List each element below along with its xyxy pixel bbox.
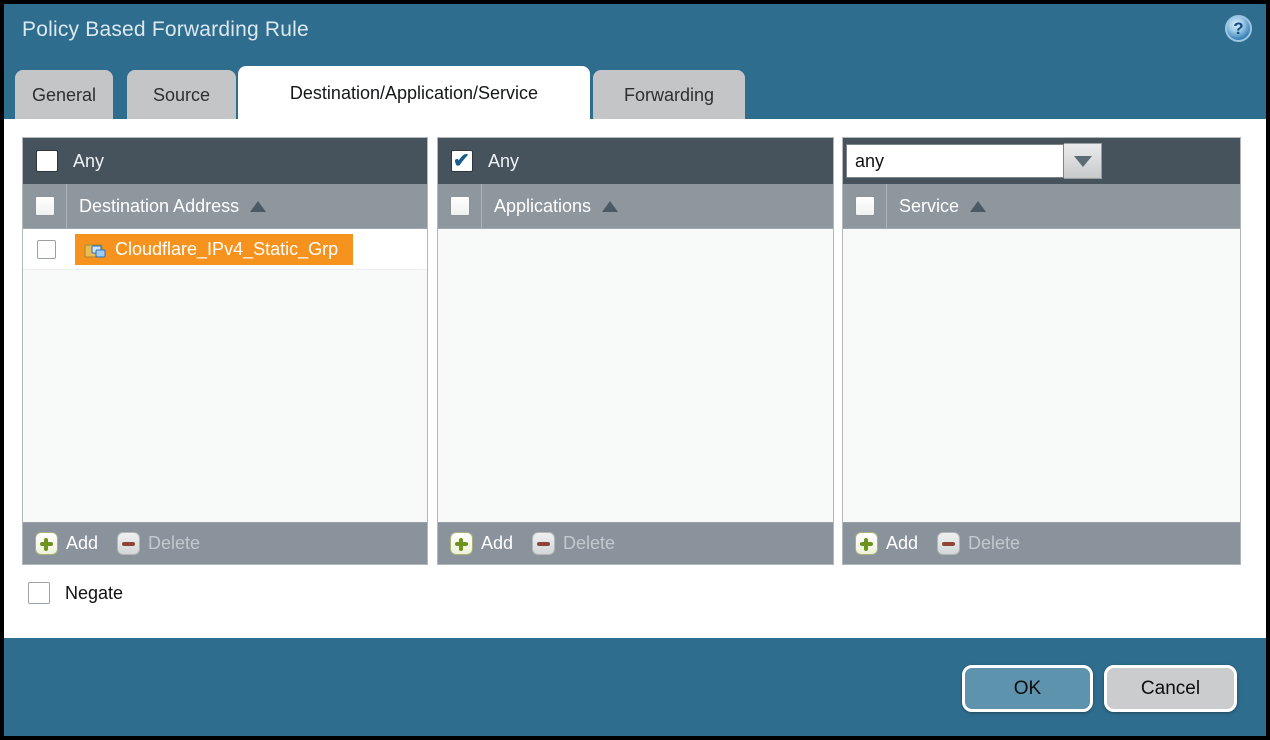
cancel-label: Cancel [1141,678,1200,700]
address-group-name: Cloudflare_IPv4_Static_Grp [115,239,338,260]
minus-icon [532,532,555,555]
add-button[interactable]: Add [855,532,918,555]
chevron-down-icon [1074,156,1092,167]
plus-icon [35,532,58,555]
address-group-item[interactable]: Cloudflare_IPv4_Static_Grp [75,234,353,265]
tab-general[interactable]: General [15,70,113,120]
tab-destination-application-service[interactable]: Destination/Application/Service [238,66,590,120]
header-checkbox-cell [843,184,887,228]
add-button[interactable]: Add [35,532,98,555]
dropdown-button[interactable] [1064,143,1102,179]
add-label: Add [481,533,513,554]
service-header[interactable]: Service [843,184,1240,229]
address-group-icon [84,240,107,259]
help-icon[interactable]: ? [1225,15,1252,42]
header-checkbox-cell [438,184,482,228]
destination-any-checkbox[interactable] [36,150,58,172]
service-mode-dropdown: any [846,143,1102,179]
tab-label: Forwarding [624,85,714,106]
help-glyph: ? [1233,19,1243,39]
applications-header-label: Applications [494,196,591,217]
minus-icon [117,532,140,555]
tab-label: General [32,85,96,106]
negate-checkbox[interactable] [28,582,50,604]
destination-any-label: Any [73,151,104,172]
tab-source[interactable]: Source [127,70,236,120]
delete-label: Delete [968,533,1020,554]
service-column: any Service Add Delete [842,137,1241,565]
add-label: Add [66,533,98,554]
destination-select-all-checkbox[interactable] [35,196,55,216]
applications-header[interactable]: Applications [438,184,833,229]
tab-label: Source [153,85,210,106]
minus-icon [937,532,960,555]
service-list [843,229,1240,522]
service-header-label: Service [899,196,959,217]
row-checkbox[interactable] [37,240,56,259]
add-button[interactable]: Add [450,532,513,555]
tab-label: Destination/Application/Service [290,83,538,104]
negate-row: Negate [28,582,123,604]
service-footer: Add Delete [843,522,1240,564]
delete-label: Delete [148,533,200,554]
destination-address-column: Any Destination Address Cloudflare_IPv4_… [22,137,428,565]
delete-button[interactable]: Delete [937,532,1020,555]
applications-any-row: Any [438,138,833,184]
service-dropdown-value[interactable]: any [846,144,1064,178]
applications-column: Any Applications Add Delete [437,137,834,565]
list-item: Cloudflare_IPv4_Static_Grp [23,229,427,270]
add-label: Add [886,533,918,554]
cancel-button[interactable]: Cancel [1104,665,1237,712]
negate-label: Negate [65,583,123,604]
plus-icon [450,532,473,555]
applications-footer: Add Delete [438,522,833,564]
delete-button[interactable]: Delete [532,532,615,555]
policy-based-forwarding-dialog: Policy Based Forwarding Rule ? General S… [0,0,1270,740]
destination-address-header-label: Destination Address [79,196,239,217]
plus-icon [855,532,878,555]
sort-ascending-icon [970,201,986,212]
applications-select-all-checkbox[interactable] [450,196,470,216]
tab-forwarding[interactable]: Forwarding [593,70,745,120]
ok-button[interactable]: OK [962,665,1093,712]
service-mode-row: any [843,138,1240,184]
sort-ascending-icon [250,201,266,212]
applications-list [438,229,833,522]
applications-any-label: Any [488,151,519,172]
sort-ascending-icon [602,201,618,212]
destination-address-list: Cloudflare_IPv4_Static_Grp [23,229,427,522]
ok-label: OK [1014,678,1041,700]
applications-any-checkbox[interactable] [451,150,473,172]
header-checkbox-cell [23,184,67,228]
destination-any-row: Any [23,138,427,184]
destination-address-header[interactable]: Destination Address [23,184,427,229]
delete-button[interactable]: Delete [117,532,200,555]
delete-label: Delete [563,533,615,554]
destination-address-footer: Add Delete [23,522,427,564]
dialog-title: Policy Based Forwarding Rule [22,18,309,42]
service-select-all-checkbox[interactable] [855,196,875,216]
